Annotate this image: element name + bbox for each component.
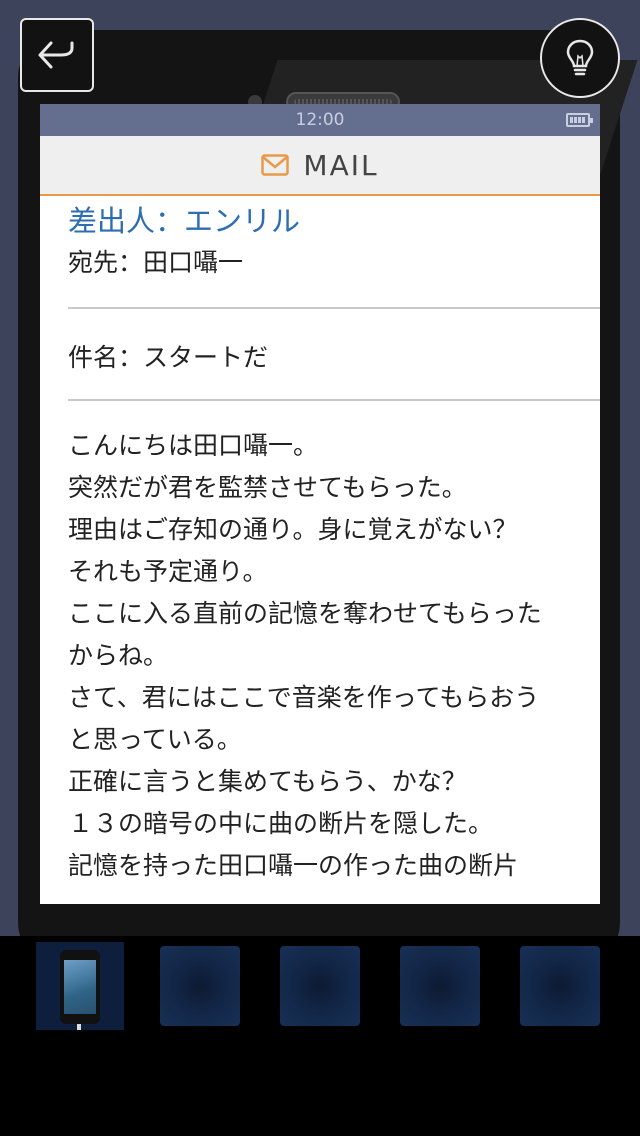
- inventory-slot-phone[interactable]: [36, 942, 124, 1030]
- body-line: それも予定通り。: [68, 557, 268, 586]
- divider: [68, 307, 600, 309]
- mail-sender: 差出人：エンリル: [68, 204, 301, 238]
- body-line: からね。: [68, 641, 169, 670]
- hint-button[interactable]: [540, 18, 620, 98]
- body-line: さて、君にはここで音楽を作ってもらおう: [68, 683, 540, 712]
- body-line: と思っている。: [68, 725, 242, 754]
- inventory-slot-5[interactable]: [520, 946, 600, 1026]
- inventory-slot-3[interactable]: [280, 946, 360, 1026]
- phone-cable-icon: [77, 1024, 81, 1030]
- body-line: 正確に言うと集めてもらう、かな？: [68, 767, 467, 796]
- inventory-slot-2[interactable]: [160, 946, 240, 1026]
- body-line: ここに入る直前の記憶を奪わせてもらった: [68, 599, 542, 628]
- status-time: 12:00: [295, 110, 345, 130]
- status-bar: 12:00: [40, 104, 600, 136]
- body-line: 突然だが君を監禁させてもらった。: [68, 473, 467, 502]
- inventory-slot-4[interactable]: [400, 946, 480, 1026]
- body-line: 記憶を持った田口囁一の作った曲の断片: [68, 851, 519, 880]
- mail-title: MAIL: [303, 148, 379, 182]
- divider: [68, 399, 600, 401]
- mail-icon: [261, 154, 290, 176]
- mail-recipient: 宛先：田口囁一: [68, 248, 244, 277]
- mail-content[interactable]: 差出人：エンリル 宛先：田口囁一 件名：スタートだ こんにちは田口囁一。 突然だ…: [40, 196, 600, 887]
- phone-screen: 12:00 MAIL 差出人：エンリル 宛先：田口囁一 件名：スタートだ こんに…: [40, 104, 600, 904]
- phone-item-icon: [60, 950, 100, 1024]
- phone-item-screen: [64, 960, 96, 1014]
- mail-header: MAIL: [40, 136, 600, 196]
- inventory-bar: [0, 936, 640, 1136]
- lightbulb-icon: [566, 39, 594, 76]
- mail-body: こんにちは田口囁一。 突然だが君を監禁させてもらった。 理由はご存知の通り。身に…: [68, 425, 600, 887]
- back-arrow-icon: [38, 41, 74, 69]
- body-line: １３の暗号の中に曲の断片を隠した。: [68, 809, 494, 838]
- mail-subject: 件名：スタートだ: [68, 343, 269, 372]
- battery-icon: [566, 113, 593, 127]
- back-button[interactable]: [20, 18, 94, 92]
- body-line: こんにちは田口囁一。: [68, 431, 319, 460]
- body-line: 理由はご存知の通り。身に覚えがない？: [68, 515, 518, 544]
